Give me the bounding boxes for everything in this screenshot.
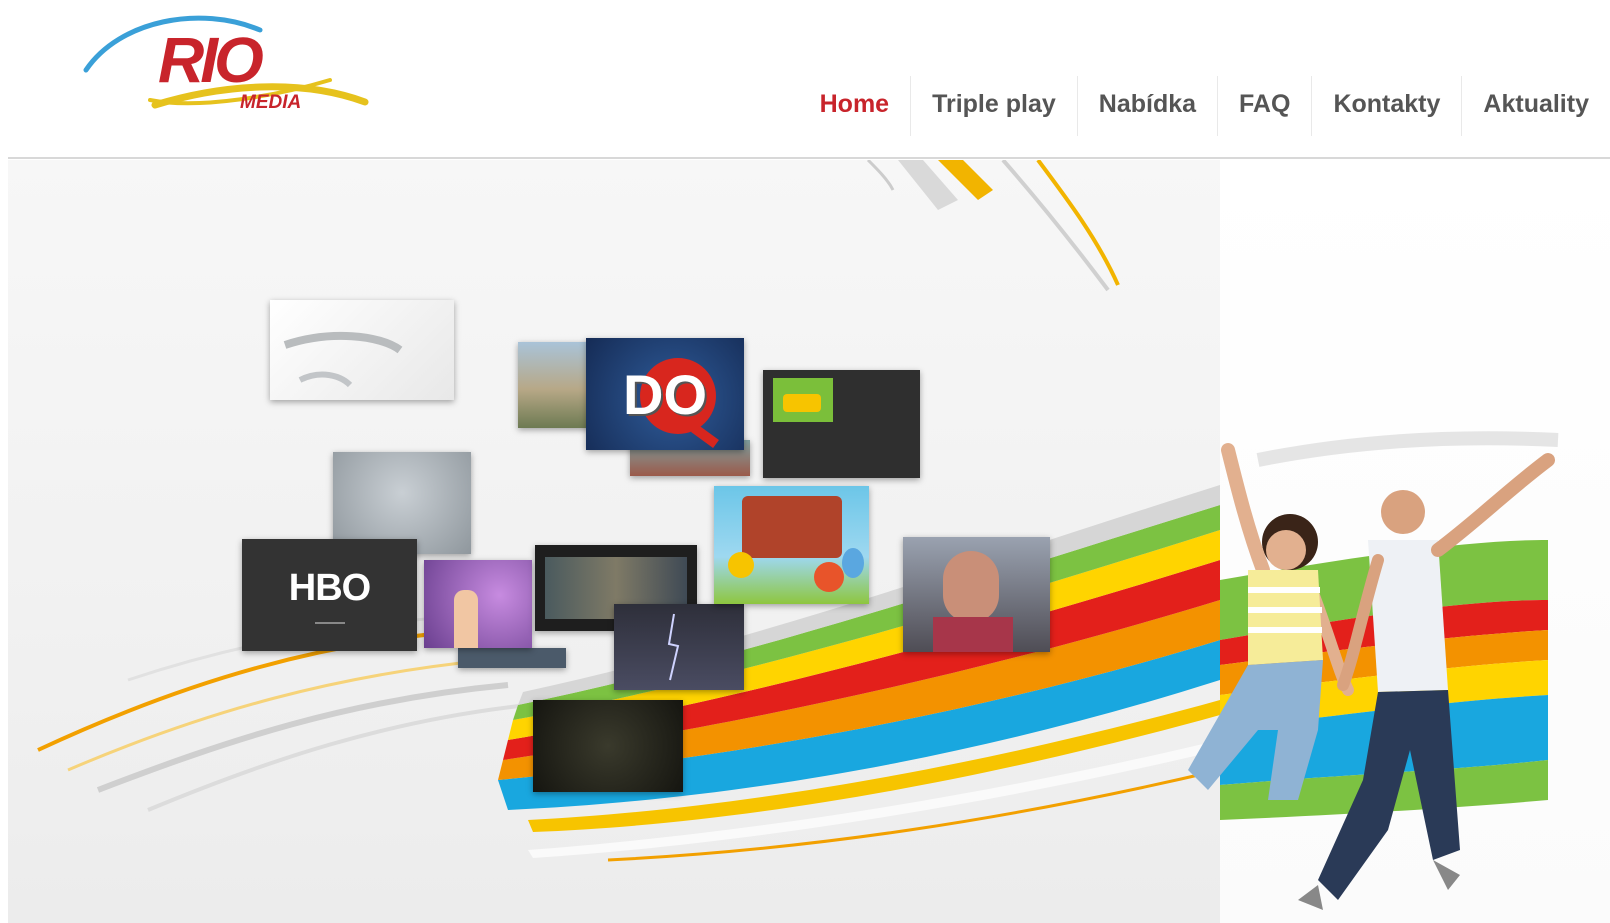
tv-tile-landscape[interactable]: [518, 342, 593, 428]
tv-tile-birds-cartoon[interactable]: [714, 486, 869, 604]
logo-brand-text: RIO: [158, 24, 263, 96]
dq-channel-logo: DO: [623, 362, 707, 426]
nav-home[interactable]: Home: [799, 76, 910, 136]
hbo-logo: HBO: [288, 566, 371, 609]
header-divider: [8, 157, 1610, 159]
nav-kontakty[interactable]: Kontakty: [1311, 76, 1461, 136]
tv-tile-woman-glasses[interactable]: [903, 537, 1050, 652]
nav-nabidka[interactable]: Nabídka: [1076, 76, 1217, 136]
nav-faq[interactable]: FAQ: [1217, 76, 1311, 136]
main-nav: Home Triple play Nabídka FAQ Kontakty Ak…: [799, 76, 1610, 136]
tv-tile-glass[interactable]: [270, 300, 454, 400]
tv-tile-dark-scene[interactable]: [533, 700, 683, 792]
tv-tile-cartoon-bus: [773, 378, 833, 422]
tv-tile-dark-cartoon[interactable]: [763, 370, 920, 478]
tv-tile-lightning[interactable]: [614, 604, 744, 690]
site-header: RIO MEDIA Home Triple play Nabídka FAQ K…: [0, 0, 1610, 159]
logo-sub-text: MEDIA: [240, 92, 301, 113]
hero-banner[interactable]: DO HBO: [8, 160, 1610, 923]
logo-graphic: RIO MEDIA: [83, 15, 369, 113]
tv-tile-purple-show[interactable]: [424, 560, 532, 648]
rio-media-logo[interactable]: RIO MEDIA: [80, 10, 370, 120]
nav-triple-play[interactable]: Triple play: [910, 76, 1077, 136]
tv-tile-bottom-strip[interactable]: [458, 648, 566, 668]
jumping-couple-image: [1148, 430, 1610, 923]
nav-aktuality[interactable]: Aktuality: [1461, 76, 1610, 136]
tv-tile-hbo[interactable]: HBO: [242, 539, 417, 651]
tv-tile-dq[interactable]: DO: [586, 338, 744, 450]
